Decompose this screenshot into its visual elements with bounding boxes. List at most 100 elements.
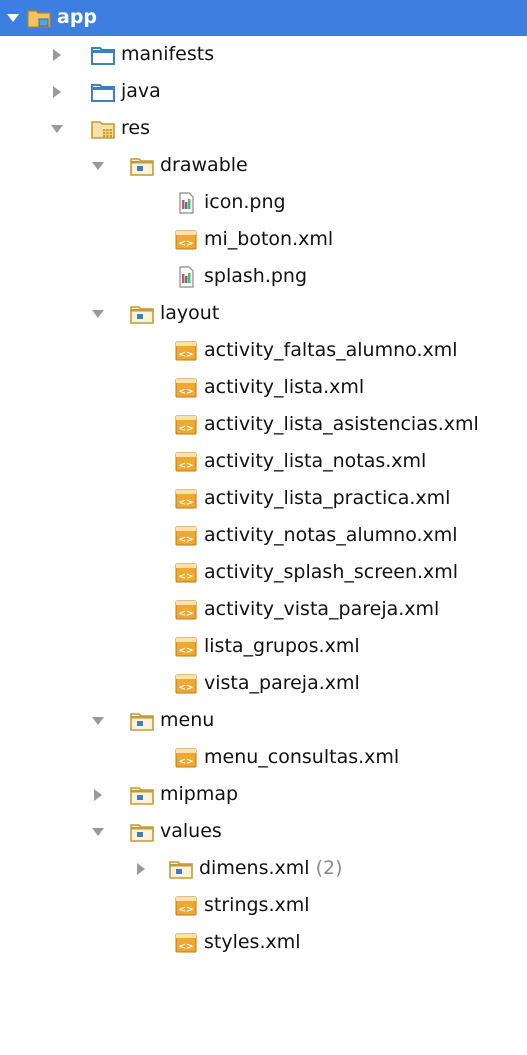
tree-item-label: java xyxy=(121,73,161,110)
tree-item-label: vista_pareja.xml xyxy=(204,665,360,702)
tree-item-label: res xyxy=(121,110,150,147)
tree-file-item[interactable]: <> activity_faltas_alumno.xml xyxy=(0,332,527,369)
image-file-icon xyxy=(173,266,199,288)
triangle-right-icon[interactable] xyxy=(50,85,64,99)
tree-item-text: activity_faltas_alumno.xml xyxy=(204,339,458,361)
triangle-down-icon[interactable] xyxy=(91,159,105,173)
triangle-down-icon[interactable] xyxy=(6,11,20,25)
tree-item-text: manifests xyxy=(121,43,215,65)
xml-file-icon: <> xyxy=(173,895,199,917)
xml-file-icon: <> xyxy=(173,562,199,584)
module-folder-icon xyxy=(26,7,52,29)
tree-item-values[interactable]: values xyxy=(0,813,527,850)
triangle-right-icon[interactable] xyxy=(91,788,105,802)
tree-item-text: dimens.xml xyxy=(199,857,310,879)
resource-subfolder-icon xyxy=(129,155,155,177)
svg-text:<>: <> xyxy=(178,535,193,545)
source-folder-icon xyxy=(90,81,116,103)
tree-item-dimens[interactable]: dimens.xml (2) xyxy=(0,850,527,887)
svg-text:<>: <> xyxy=(178,757,193,767)
tree-item-manifests[interactable]: manifests xyxy=(0,36,527,73)
xml-file-icon: <> xyxy=(173,599,199,621)
tree-file-item[interactable]: <> styles.xml xyxy=(0,924,527,961)
tree-item-text: mipmap xyxy=(160,783,239,805)
tree-item-app[interactable]: app xyxy=(0,0,527,36)
tree-file-item[interactable]: <> mi_boton.xml xyxy=(0,221,527,258)
tree-item-text: activity_lista.xml xyxy=(204,376,365,398)
tree-item-label: activity_splash_screen.xml xyxy=(204,554,458,591)
svg-text:<>: <> xyxy=(178,646,193,656)
tree-item-label: app xyxy=(57,0,97,36)
xml-file-icon: <> xyxy=(173,377,199,399)
tree-item-layout[interactable]: layout xyxy=(0,295,527,332)
resources-folder-icon xyxy=(90,118,116,140)
tree-item-label: layout xyxy=(160,295,219,332)
resource-subfolder-icon xyxy=(168,858,194,880)
tree-item-label: activity_notas_alumno.xml xyxy=(204,517,458,554)
tree-file-item[interactable]: splash.png xyxy=(0,258,527,295)
tree-item-mipmap[interactable]: mipmap xyxy=(0,776,527,813)
triangle-down-icon[interactable] xyxy=(50,122,64,136)
tree-item-label: values xyxy=(160,813,222,850)
tree-item-text: values xyxy=(160,820,222,842)
triangle-down-icon[interactable] xyxy=(91,307,105,321)
tree-item-text: vista_pareja.xml xyxy=(204,672,360,694)
xml-file-icon: <> xyxy=(173,747,199,769)
resource-subfolder-icon xyxy=(129,784,155,806)
tree-item-label: activity_faltas_alumno.xml xyxy=(204,332,458,369)
tree-item-label: lista_grupos.xml xyxy=(204,628,360,665)
tree-file-item[interactable]: <> strings.xml xyxy=(0,887,527,924)
tree-file-item[interactable]: <> activity_lista_asistencias.xml xyxy=(0,406,527,443)
tree-file-item[interactable]: <> activity_vista_pareja.xml xyxy=(0,591,527,628)
file-count-badge: (2) xyxy=(315,857,343,879)
tree-item-text: app xyxy=(57,6,98,28)
triangle-right-icon[interactable] xyxy=(50,48,64,62)
xml-file-icon: <> xyxy=(173,229,199,251)
tree-item-label: activity_lista_practica.xml xyxy=(204,480,450,517)
tree-file-item[interactable]: <> menu_consultas.xml xyxy=(0,739,527,776)
xml-file-icon: <> xyxy=(173,525,199,547)
tree-item-label: mi_boton.xml xyxy=(204,221,333,258)
xml-file-icon: <> xyxy=(173,673,199,695)
svg-text:<>: <> xyxy=(178,905,193,915)
tree-item-text: activity_lista_notas.xml xyxy=(204,450,427,472)
xml-file-icon: <> xyxy=(173,932,199,954)
resource-subfolder-icon xyxy=(129,710,155,732)
tree-item-label: dimens.xml (2) xyxy=(199,850,342,887)
tree-item-drawable[interactable]: drawable xyxy=(0,147,527,184)
xml-file-icon: <> xyxy=(173,451,199,473)
svg-text:<>: <> xyxy=(178,424,193,434)
triangle-down-icon[interactable] xyxy=(91,825,105,839)
tree-item-label: manifests xyxy=(121,36,214,73)
tree-file-item[interactable]: icon.png xyxy=(0,184,527,221)
tree-file-item[interactable]: <> activity_lista_notas.xml xyxy=(0,443,527,480)
tree-file-item[interactable]: <> activity_lista.xml xyxy=(0,369,527,406)
tree-item-label: activity_lista_asistencias.xml xyxy=(204,406,479,443)
tree-item-menu[interactable]: menu xyxy=(0,702,527,739)
tree-file-item[interactable]: <> lista_grupos.xml xyxy=(0,628,527,665)
tree-item-label: activity_vista_pareja.xml xyxy=(204,591,439,628)
svg-text:<>: <> xyxy=(178,683,193,693)
tree-item-text: activity_lista_asistencias.xml xyxy=(204,413,479,435)
tree-item-res[interactable]: res xyxy=(0,110,527,147)
tree-item-text: res xyxy=(121,117,150,139)
svg-text:<>: <> xyxy=(178,239,193,249)
tree-file-item[interactable]: <> activity_lista_practica.xml xyxy=(0,480,527,517)
svg-text:<>: <> xyxy=(178,498,193,508)
svg-text:<>: <> xyxy=(178,572,193,582)
resource-subfolder-icon xyxy=(129,821,155,843)
tree-item-java[interactable]: java xyxy=(0,73,527,110)
tree-item-text: lista_grupos.xml xyxy=(204,635,360,657)
tree-file-item[interactable]: <> activity_splash_screen.xml xyxy=(0,554,527,591)
tree-item-text: mi_boton.xml xyxy=(204,228,334,250)
svg-text:<>: <> xyxy=(178,461,193,471)
triangle-down-icon[interactable] xyxy=(91,714,105,728)
triangle-right-icon[interactable] xyxy=(134,862,148,876)
tree-file-item[interactable]: <> vista_pareja.xml xyxy=(0,665,527,702)
xml-file-icon: <> xyxy=(173,488,199,510)
tree-item-label: menu_consultas.xml xyxy=(204,739,399,776)
tree-item-text: splash.png xyxy=(204,265,308,287)
tree-item-text: drawable xyxy=(160,154,248,176)
tree-file-item[interactable]: <> activity_notas_alumno.xml xyxy=(0,517,527,554)
tree-item-text: menu xyxy=(160,709,215,731)
